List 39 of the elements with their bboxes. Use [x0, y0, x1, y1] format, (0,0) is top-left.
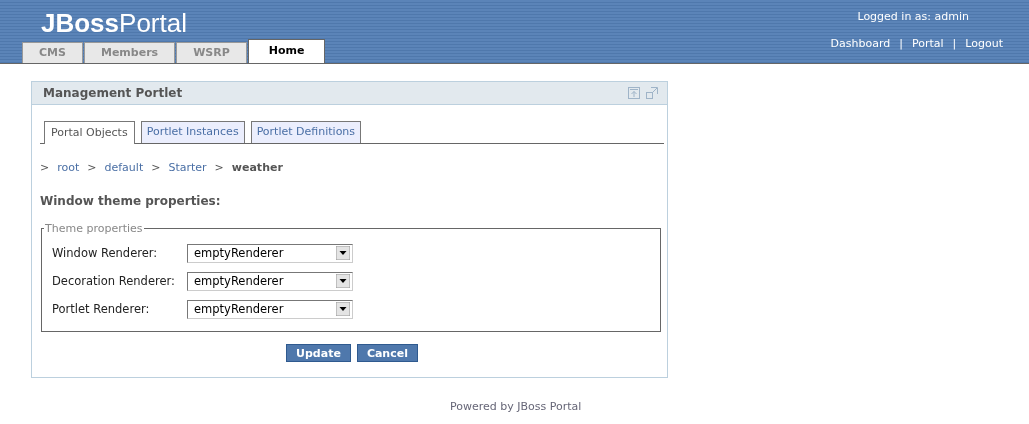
breadcrumb-separator: > — [87, 161, 97, 174]
restore-icon[interactable] — [628, 87, 640, 99]
renderer-dropdown[interactable]: emptyRenderer — [187, 243, 353, 263]
nav-tab[interactable]: Members — [83, 42, 176, 63]
breadcrumb-separator: > — [151, 161, 161, 174]
dropdown-arrow-icon — [336, 302, 350, 316]
breadcrumb-link[interactable]: default — [104, 161, 144, 174]
header-link[interactable]: Dashboard — [830, 37, 891, 50]
nav-tab[interactable]: WSRP — [176, 42, 247, 63]
field-label: Portlet Renderer: — [52, 302, 151, 316]
portlet-title: Management Portlet — [43, 86, 183, 100]
header-link[interactable]: Logout — [965, 37, 1003, 50]
portlet-tab[interactable]: Portlet Definitions — [250, 121, 362, 143]
form-button[interactable]: Update — [286, 344, 351, 362]
breadcrumb-current: weather — [231, 161, 283, 174]
dropdown-arrow-icon — [336, 274, 350, 288]
breadcrumb-link[interactable]: root — [57, 161, 80, 174]
portlet-tab[interactable]: Portlet Instances — [140, 121, 245, 143]
logged-in-text: Logged in as: admin — [857, 10, 969, 23]
renderer-dropdown[interactable]: emptyRenderer — [187, 299, 353, 319]
footer-text: Powered by JBoss Portal — [449, 400, 583, 413]
nav-tab[interactable]: CMS — [22, 42, 83, 63]
renderer-dropdown[interactable]: emptyRenderer — [187, 271, 353, 291]
field-label: Window Renderer: — [52, 246, 159, 260]
fieldset-legend: Theme properties — [44, 222, 144, 235]
maximize-icon[interactable] — [646, 87, 658, 99]
breadcrumb-separator: > — [214, 161, 224, 174]
header-link[interactable]: Portal — [912, 37, 944, 50]
dropdown-arrow-icon — [336, 246, 350, 260]
section-heading: Window theme properties: — [40, 194, 222, 208]
breadcrumb-separator: > — [40, 161, 50, 174]
form-button[interactable]: Cancel — [356, 344, 418, 362]
field-label: Decoration Renderer: — [52, 274, 176, 288]
portlet-tab[interactable]: Portal Objects — [44, 121, 135, 144]
logo: JBossPortal — [41, 9, 188, 37]
breadcrumb-link[interactable]: Starter — [168, 161, 207, 174]
link-separator: | — [952, 37, 957, 50]
link-separator: | — [899, 37, 903, 50]
nav-tab[interactable]: Home — [247, 39, 326, 63]
